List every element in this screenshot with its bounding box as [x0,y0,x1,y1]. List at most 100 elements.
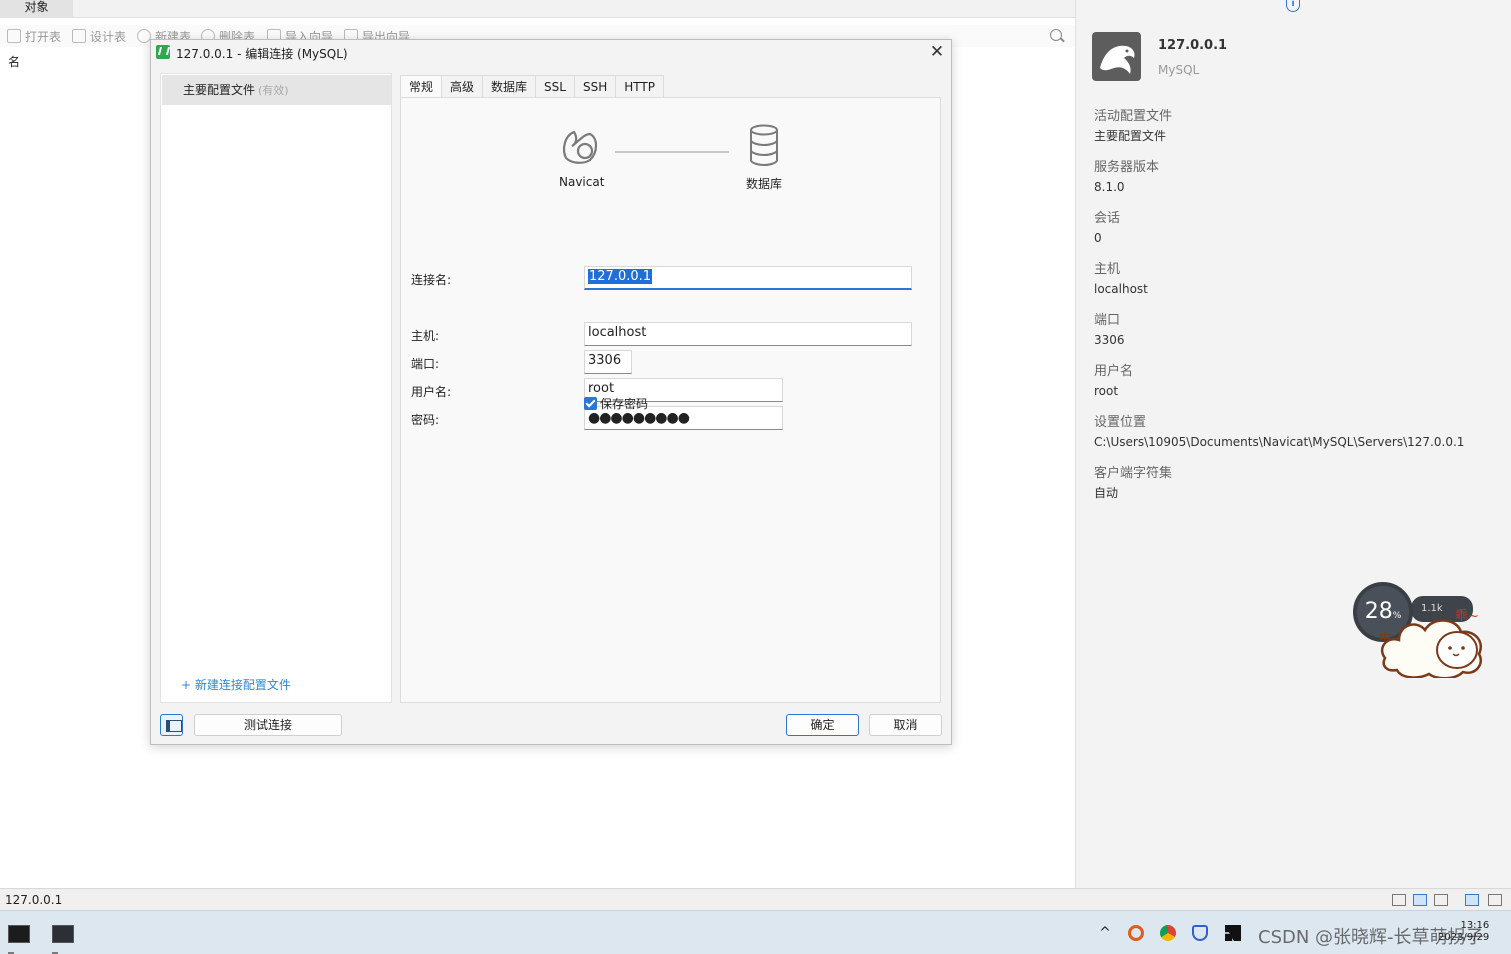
info-item-sessions: 会话 0 [1094,209,1120,247]
close-button[interactable]: ✕ [929,42,945,62]
tab-general[interactable]: 常规 [400,75,443,97]
navicat-app-icon [156,45,170,59]
close-icon: ✕ [929,42,945,62]
tray-shield-icon[interactable] [1192,925,1208,941]
grid-view-icon[interactable] [1392,894,1406,906]
ok-button[interactable]: 确定 [786,714,859,736]
clock-time: 13:16 [1460,920,1490,931]
info-icon[interactable]: i [1286,0,1300,12]
info-label: 主机 [1094,262,1121,277]
plus-circle-icon [137,29,151,43]
tab-database[interactable]: 数据库 [482,75,537,97]
info-label: 会话 [1094,211,1121,226]
info-panel: i 127.0.0.1 MySQL 活动配置文件 主要配置文件 服务器版本 8.… [1075,0,1511,888]
tray-app-icon[interactable] [1225,925,1241,941]
dialog-titlebar[interactable]: 127.0.0.1 - 编辑连接 (MySQL) ✕ [151,40,951,66]
tray-overflow-chevron-icon[interactable]: ^ [1097,925,1113,941]
host-label: 主机: [411,329,440,343]
info-item-server-version: 服务器版本 8.1.0 [1094,158,1159,196]
info-label: 设置位置 [1094,415,1147,430]
database-icon [750,124,778,166]
cancel-button[interactable]: 取消 [869,714,942,736]
cute-cloud-icon: 中 乖~ [1379,609,1482,678]
info-value: 0 [1094,231,1102,245]
profile-list: 主要配置文件 (有效) + 新建连接配置文件 [160,73,392,703]
info-item-username: 用户名 root [1094,362,1133,400]
info-item-host: 主机 localhost [1094,260,1148,298]
info-label: 端口 [1094,313,1121,328]
tab-advanced[interactable]: 高级 [441,75,484,97]
port-input[interactable]: 3306 [584,350,632,374]
username-label: 用户名: [411,385,452,399]
profile-label: 主要配置文件 [183,83,256,97]
checkbox-checked-icon [584,397,597,410]
pencil-icon [72,29,86,43]
column-header-name: 名 [8,55,21,69]
open-table-button[interactable]: 打开表 [7,28,61,44]
connection-name-input[interactable]: 127.0.0.1 [584,266,912,290]
taskbar-powershell-icon[interactable] [52,925,74,954]
tray-clock[interactable]: 13:16 2023/9/29 [1438,920,1489,944]
tray-search-tool-icon[interactable] [1128,925,1144,941]
connection-name-label: 连接名: [411,273,452,287]
taskbar: ^ CSDN @张晓辉-长草萌拐子 13:16 2023/9/29 [0,910,1511,954]
detail-view-icon[interactable] [1434,894,1448,906]
mysql-dolphin-icon [1092,32,1141,81]
object-tab-strip: 对象 [0,0,1075,18]
tab-ssl[interactable]: SSL [535,75,575,97]
connection-title: 127.0.0.1 [1158,38,1228,53]
info-value: 3306 [1094,333,1125,347]
left-panel-icon[interactable] [1465,894,1479,906]
profile-item-main[interactable]: 主要配置文件 (有效) [162,75,391,105]
port-label: 端口: [411,357,440,371]
cute-text: 乖~ [1455,609,1479,624]
info-value: 主要配置文件 [1094,129,1167,143]
open-table-icon [7,29,21,43]
tab-http[interactable]: HTTP [615,75,664,97]
connection-type: MySQL [1158,63,1200,77]
list-view-icon[interactable] [1413,894,1427,906]
general-tab-panel: Navicat 数据库 连接名: 127.0.0.1 主机: localhost… [400,97,941,703]
diagram-label-database: 数据库 [746,177,783,191]
info-item-client-charset: 客户端字符集 自动 [1094,464,1172,502]
navicat-logo-icon [563,130,598,164]
dialog-title: 127.0.0.1 - 编辑连接 (MySQL) [176,47,348,61]
search-icon[interactable] [1050,29,1062,41]
clock-date: 2023/9/29 [1438,932,1490,943]
tray-chrome-icon[interactable] [1160,925,1176,941]
profile-status: (有效) [258,84,289,97]
password-label: 密码: [411,413,440,427]
toggle-sidebar-button[interactable] [160,714,183,736]
info-label: 用户名 [1094,364,1134,379]
tab-ssh[interactable]: SSH [573,75,617,97]
taskbar-terminal-icon[interactable] [8,925,30,954]
info-label: 客户端字符集 [1094,466,1173,481]
info-item-settings-location: 设置位置 C:\Users\10905\Documents\Navicat\My… [1094,413,1464,451]
info-value: C:\Users\10905\Documents\Navicat\MySQL\S… [1094,435,1465,449]
info-item-active-profile: 活动配置文件 主要配置文件 [1094,107,1172,145]
connection-line [615,151,729,153]
status-text: 127.0.0.1 [5,893,63,907]
info-label: 服务器版本 [1094,160,1160,175]
info-item-port: 端口 3306 [1094,311,1125,349]
connection-name-value: 127.0.0.1 [588,269,653,284]
save-password-label: 保存密码 [600,397,649,411]
dialog-tabs: 常规 高级 数据库 SSL SSH HTTP [400,75,664,97]
new-profile-link[interactable]: + 新建连接配置文件 [181,676,291,693]
info-value: 自动 [1094,486,1119,500]
diagram-label-navicat: Navicat [559,175,605,189]
save-password-checkbox[interactable]: 保存密码 [584,395,648,412]
info-value: 8.1.0 [1094,180,1125,194]
right-panel-icon[interactable] [1488,894,1502,906]
info-value: localhost [1094,282,1148,296]
tab-objects[interactable]: 对象 [0,0,73,18]
password-value: ●●●●●●●●● [588,410,690,426]
test-connection-button[interactable]: 测试连接 [194,714,342,736]
info-label: 活动配置文件 [1094,109,1173,124]
design-table-button[interactable]: 设计表 [72,28,126,44]
host-input[interactable]: localhost [584,322,912,346]
info-value: root [1094,384,1119,398]
status-bar: 127.0.0.1 [0,888,1511,910]
system-monitor-widget[interactable]: 1.1k 28% 中 乖~ [1353,582,1493,682]
ime-indicator: 中 [1379,630,1391,645]
